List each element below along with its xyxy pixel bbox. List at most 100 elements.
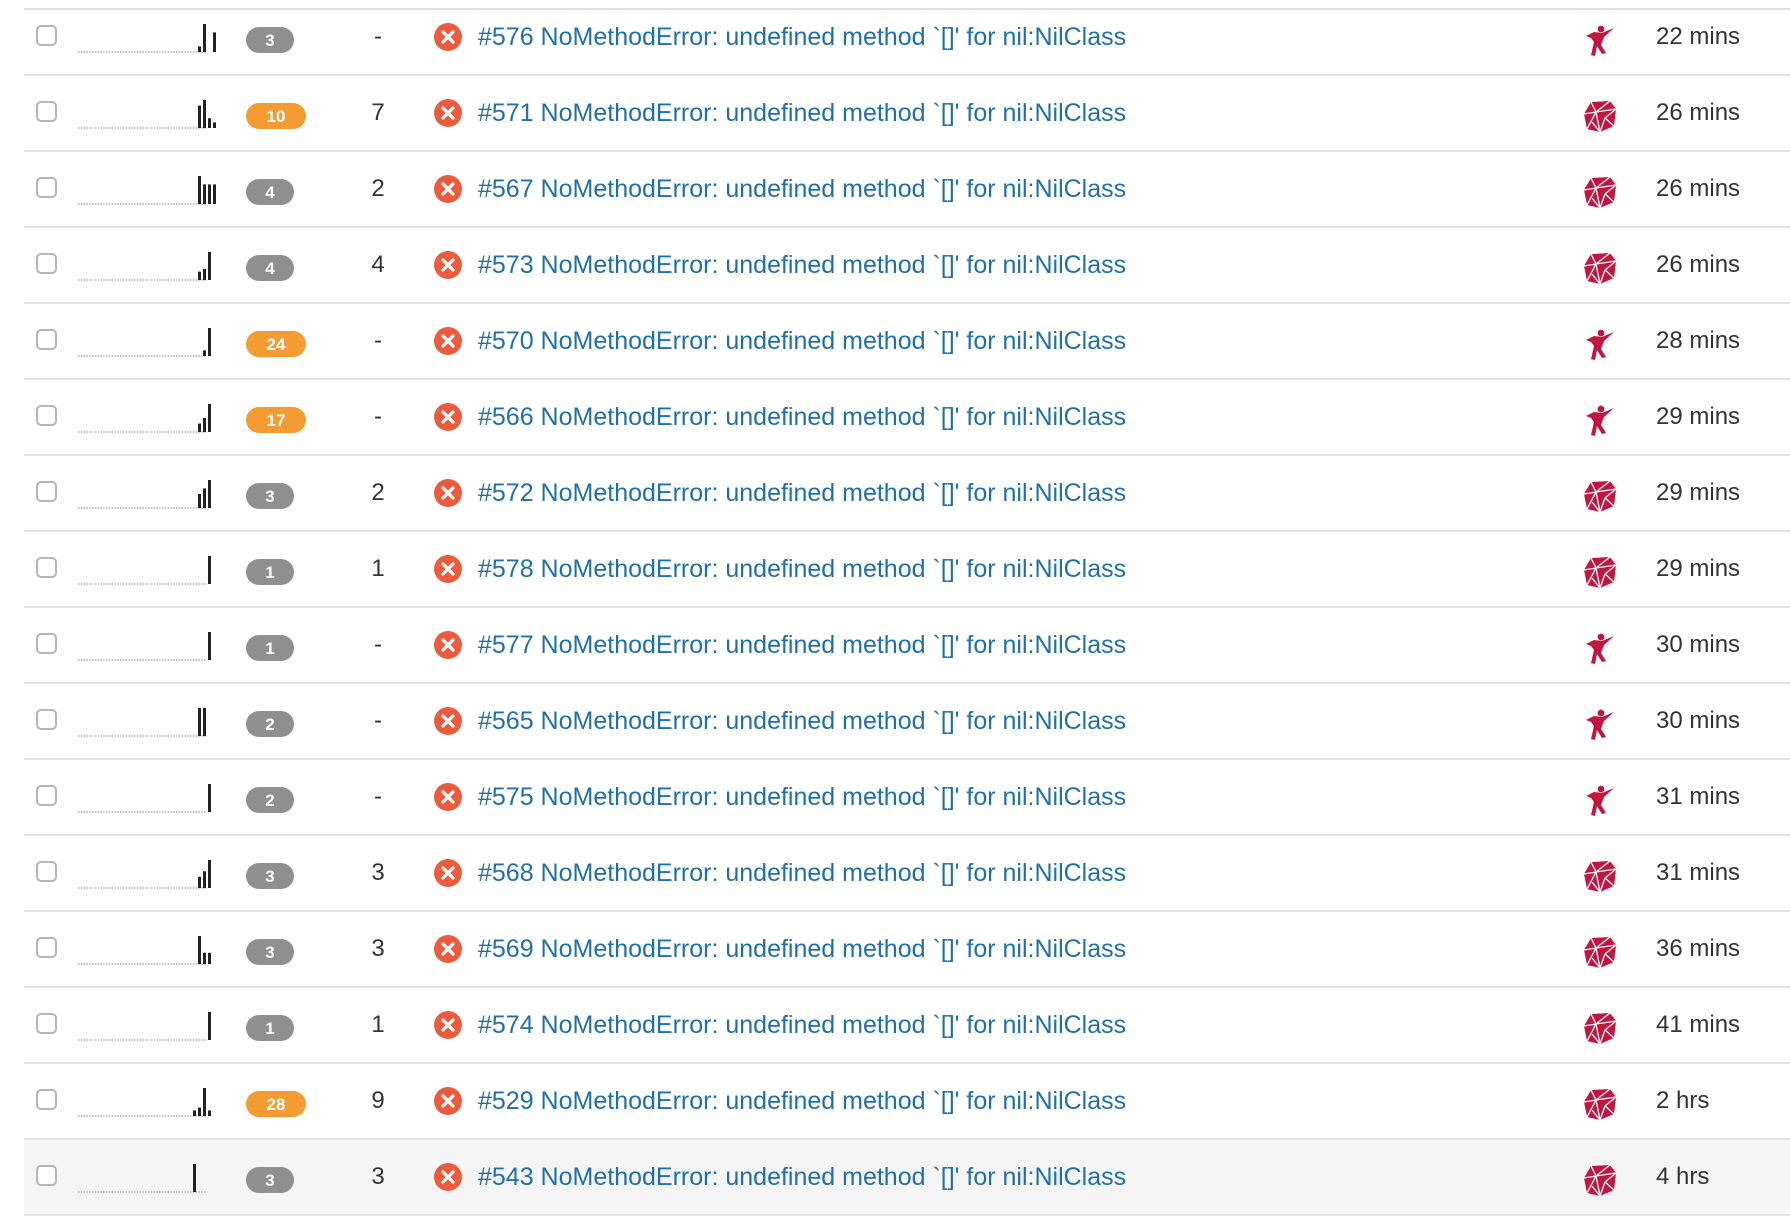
error-title-link[interactable]: #578 NoMethodError: undefined method `[]… <box>478 554 1126 584</box>
occurrence-count-badge: 3 <box>246 27 294 53</box>
occurrence-count-badge: 2 <box>246 711 294 737</box>
error-title-link[interactable]: #575 NoMethodError: undefined method `[]… <box>478 782 1126 812</box>
last-seen-time: 30 mins <box>1656 707 1741 734</box>
sparkline-bar <box>213 122 216 128</box>
error-title-link[interactable]: #568 NoMethodError: undefined method `[]… <box>478 858 1126 888</box>
occurrence-count-badge: 4 <box>246 255 294 281</box>
ruby-icon <box>1583 252 1617 285</box>
last-seen-time: 29 mins <box>1656 403 1741 430</box>
sparkline-bar <box>208 328 211 356</box>
error-row[interactable]: 1 1 #578 NoMethodError: undefined method `… <box>24 532 1790 608</box>
last-seen-time: 26 mins <box>1656 99 1741 126</box>
error-title-link[interactable]: #565 NoMethodError: undefined method `[]… <box>478 706 1126 736</box>
row-select-checkbox[interactable] <box>36 101 57 122</box>
sparkline-bar <box>208 784 211 812</box>
row-select-checkbox[interactable] <box>36 785 57 806</box>
sparkline <box>78 176 216 205</box>
affected-count: - <box>374 783 382 810</box>
occurrence-count-badge: 3 <box>246 483 294 509</box>
error-title-link[interactable]: #572 NoMethodError: undefined method `[]… <box>478 478 1126 508</box>
sparkline <box>78 480 211 509</box>
row-select-checkbox[interactable] <box>36 1089 57 1110</box>
error-title-link[interactable]: #573 NoMethodError: undefined method `[]… <box>478 250 1126 280</box>
error-row[interactable]: 17 - #566 NoMethodError: undefined method … <box>24 380 1790 456</box>
error-row[interactable]: 28 9 #529 NoMethodError: undefined method … <box>24 1064 1790 1140</box>
error-status-icon <box>434 327 462 355</box>
occurrence-count-badge: 28 <box>246 1091 306 1117</box>
row-select-checkbox[interactable] <box>36 1165 57 1186</box>
row-select-checkbox[interactable] <box>36 177 57 198</box>
ruby-icon <box>1583 100 1617 133</box>
sparkline-bar <box>208 480 211 508</box>
occurrence-count-badge: 1 <box>246 635 294 661</box>
error-row[interactable]: 10 7 #571 NoMethodError: undefined method … <box>24 76 1790 152</box>
sparkline <box>78 328 211 357</box>
row-select-checkbox[interactable] <box>36 253 57 274</box>
row-select-checkbox[interactable] <box>36 25 57 46</box>
sparkline <box>78 100 216 129</box>
error-row[interactable]: 4 4 #573 NoMethodError: undefined method `… <box>24 228 1790 304</box>
last-seen-time: 41 mins <box>1656 1011 1741 1038</box>
last-seen-time: 26 mins <box>1656 251 1741 278</box>
last-seen-time: 36 mins <box>1656 935 1741 962</box>
error-row[interactable]: 3 3 #543 NoMethodError: undefined method `… <box>24 1140 1790 1216</box>
error-row[interactable]: 2 - #565 NoMethodError: undefined method `… <box>24 684 1790 760</box>
error-title-link[interactable]: #567 NoMethodError: undefined method `[]… <box>478 174 1126 204</box>
sparkline-bar <box>198 105 201 128</box>
error-title-link[interactable]: #574 NoMethodError: undefined method `[]… <box>478 1010 1126 1040</box>
error-row[interactable]: 2 - #575 NoMethodError: undefined method `… <box>24 760 1790 836</box>
sparkline-bar <box>213 184 216 204</box>
ninja-icon <box>1586 25 1614 56</box>
row-select-checkbox[interactable] <box>36 481 57 502</box>
sparkline <box>78 860 211 889</box>
sparkline-bar <box>203 418 206 432</box>
error-title-link[interactable]: #566 NoMethodError: undefined method `[]… <box>478 402 1126 432</box>
ninja-icon <box>1586 785 1614 816</box>
ruby-icon <box>1583 556 1617 589</box>
error-title-link[interactable]: #543 NoMethodError: undefined method `[]… <box>478 1162 1126 1192</box>
error-row[interactable]: 3 2 #572 NoMethodError: undefined method `… <box>24 456 1790 532</box>
error-title-link[interactable]: #571 NoMethodError: undefined method `[]… <box>478 98 1126 128</box>
error-title-link[interactable]: #569 NoMethodError: undefined method `[]… <box>478 934 1126 964</box>
affected-count: - <box>374 707 382 734</box>
error-status-icon <box>434 403 462 431</box>
row-select-checkbox[interactable] <box>36 861 57 882</box>
error-title-link[interactable]: #570 NoMethodError: undefined method `[]… <box>478 326 1126 356</box>
ruby-icon <box>1583 1012 1617 1045</box>
error-title-link[interactable]: #529 NoMethodError: undefined method `[]… <box>478 1086 1126 1116</box>
sparkline-bar <box>208 184 211 204</box>
ruby-icon <box>1583 860 1617 893</box>
error-row[interactable]: 4 2 #567 NoMethodError: undefined method `… <box>24 152 1790 228</box>
sparkline <box>78 632 211 661</box>
error-row[interactable]: 3 3 #569 NoMethodError: undefined method `… <box>24 912 1790 988</box>
sparkline <box>78 252 211 281</box>
error-row[interactable]: 24 - #570 NoMethodError: undefined method … <box>24 304 1790 380</box>
affected-count: 7 <box>371 99 385 126</box>
last-seen-time: 31 mins <box>1656 859 1741 886</box>
error-row[interactable]: 3 - #576 NoMethodError: undefined method `… <box>24 0 1790 76</box>
sparkline-bar <box>208 404 211 432</box>
error-title-link[interactable]: #577 NoMethodError: undefined method `[]… <box>478 630 1126 660</box>
error-status-icon <box>434 631 462 659</box>
error-status-icon <box>434 479 462 507</box>
sparkline-bar <box>203 184 206 204</box>
affected-count: 3 <box>371 935 385 962</box>
sparkline-bar <box>203 952 206 964</box>
row-select-checkbox[interactable] <box>36 329 57 350</box>
sparkline-bar <box>203 871 206 888</box>
error-row[interactable]: 1 1 #574 NoMethodError: undefined method `… <box>24 988 1790 1064</box>
row-select-checkbox[interactable] <box>36 633 57 654</box>
row-select-checkbox[interactable] <box>36 937 57 958</box>
row-select-checkbox[interactable] <box>36 1013 57 1034</box>
sparkline-bar <box>208 632 211 660</box>
sparkline-bar <box>198 708 201 736</box>
row-select-checkbox[interactable] <box>36 557 57 578</box>
last-seen-time: 28 mins <box>1656 327 1741 354</box>
error-row[interactable]: 3 3 #568 NoMethodError: undefined method `… <box>24 836 1790 912</box>
row-select-checkbox[interactable] <box>36 405 57 426</box>
error-status-icon <box>434 1011 462 1039</box>
error-title-link[interactable]: #576 NoMethodError: undefined method `[]… <box>478 22 1126 52</box>
row-select-checkbox[interactable] <box>36 709 57 730</box>
sparkline-bar <box>208 556 211 584</box>
error-row[interactable]: 1 - #577 NoMethodError: undefined method `… <box>24 608 1790 684</box>
